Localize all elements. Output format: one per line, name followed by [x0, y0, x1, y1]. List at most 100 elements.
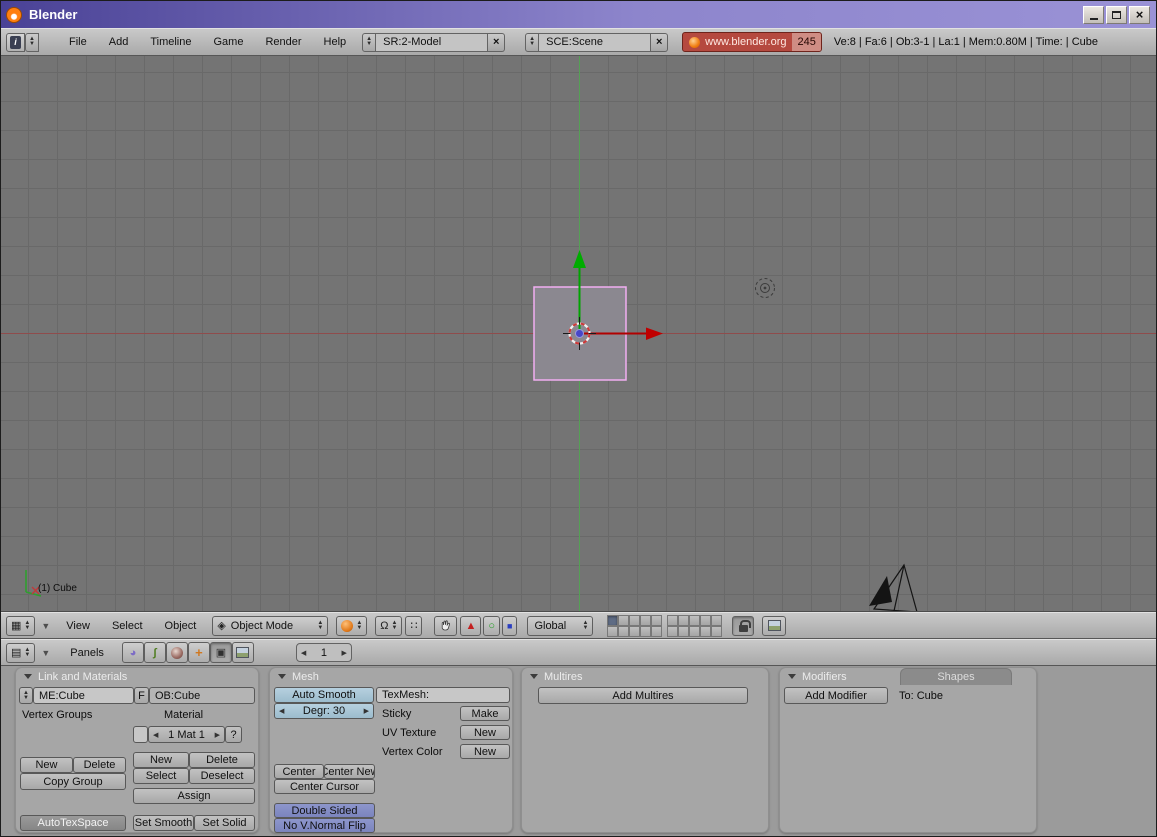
menu-help[interactable]: Help	[324, 36, 347, 48]
editing-context-button[interactable]: ▣	[210, 642, 232, 663]
draw-mode-selector[interactable]: ▲▼	[336, 616, 367, 636]
frame-increment-icon[interactable]: ▶	[342, 649, 347, 657]
vertex-group-delete-button[interactable]: Delete	[73, 757, 126, 773]
layer-toggle[interactable]	[618, 626, 629, 637]
mesh-browse-button[interactable]: ▲▼	[19, 687, 33, 704]
spinner-arrows-icon[interactable]: ▲▼	[362, 33, 376, 52]
editor-type-selector[interactable]: ▦ ▲▼	[6, 616, 35, 636]
minimize-button[interactable]	[1083, 6, 1104, 24]
lock-layers-button[interactable]	[732, 616, 754, 636]
layer-toggle[interactable]	[700, 615, 711, 626]
object-name-field[interactable]: OB:Cube	[149, 687, 255, 704]
editor-type-selector[interactable]: ▤ ▲▼	[6, 643, 35, 663]
menu-game[interactable]: Game	[213, 36, 243, 48]
frame-number-stepper[interactable]: ◀ 1 ▶	[296, 643, 352, 662]
tab-shapes[interactable]: Shapes	[900, 668, 1012, 685]
add-multires-button[interactable]: Add Multires	[538, 687, 748, 704]
layer-toggle[interactable]	[689, 615, 700, 626]
menu-file[interactable]: File	[69, 36, 87, 48]
screen-selector-value[interactable]: SR:2-Model	[376, 33, 488, 52]
layer-toggle[interactable]	[607, 615, 618, 626]
sticky-make-button[interactable]: Make	[460, 706, 510, 721]
layer-toggle[interactable]	[689, 626, 700, 637]
no-vnormal-flip-toggle[interactable]: No V.Normal Flip	[274, 818, 375, 833]
layer-toggle[interactable]	[618, 615, 629, 626]
header-menu-collapse-icon[interactable]: ▼	[41, 648, 50, 658]
mode-selector[interactable]: ◈ Object Mode ▲▼	[212, 616, 328, 636]
unlink-screen-button[interactable]: ×	[488, 33, 505, 52]
spinner-arrows-icon[interactable]: ▲▼	[525, 33, 539, 52]
assign-button[interactable]: Assign	[133, 788, 255, 804]
vertex-group-new-button[interactable]: New	[20, 757, 73, 773]
material-next-icon[interactable]: ▶	[215, 731, 220, 739]
degr-increment-icon[interactable]: ▶	[364, 707, 369, 715]
logic-context-button[interactable]: ◕	[122, 642, 144, 663]
layer-toggle[interactable]	[640, 615, 651, 626]
select-button[interactable]: Select	[133, 768, 189, 784]
translate-manipulator-button[interactable]: ▲	[460, 616, 481, 636]
layer-toggle[interactable]	[711, 615, 722, 626]
set-smooth-button[interactable]: Set Smooth	[133, 815, 194, 831]
texmesh-field[interactable]: TexMesh:	[376, 687, 510, 703]
set-solid-button[interactable]: Set Solid	[194, 815, 255, 831]
menu-view[interactable]: View	[66, 620, 90, 632]
scene-selector[interactable]: ▲▼ SCE:Scene ×	[525, 33, 668, 52]
object-origin[interactable]	[576, 330, 584, 338]
deselect-button[interactable]: Deselect	[189, 768, 255, 784]
mesh-name-field[interactable]: ME:Cube	[33, 687, 134, 704]
scene-selector-value[interactable]: SCE:Scene	[539, 33, 651, 52]
double-sided-toggle[interactable]: Double Sided	[274, 803, 375, 818]
layer-toggle[interactable]	[711, 626, 722, 637]
layer-toggle[interactable]	[678, 615, 689, 626]
manipulator-z-arrowhead-icon[interactable]	[573, 250, 586, 268]
script-context-button[interactable]: ∫	[144, 642, 166, 663]
center-button[interactable]: Center	[274, 764, 324, 779]
menu-add[interactable]: Add	[109, 36, 129, 48]
pivot-selector[interactable]: Ω ▲▼	[375, 616, 402, 636]
viewport-3d[interactable]: (1) Cube	[1, 56, 1157, 612]
material-new-button[interactable]: New	[133, 752, 189, 768]
editor-type-selector[interactable]: i ▲▼	[6, 33, 39, 52]
layer-toggle[interactable]	[667, 615, 678, 626]
manipulator-x-arrowhead-icon[interactable]	[646, 328, 663, 341]
center-cursor-button[interactable]: Center Cursor	[274, 779, 375, 794]
render-preview-button[interactable]	[762, 616, 786, 636]
material-prev-icon[interactable]: ◀	[153, 731, 158, 739]
close-button[interactable]: ×	[1129, 6, 1150, 24]
rotate-manipulator-button[interactable]: ○	[483, 616, 500, 636]
frame-decrement-icon[interactable]: ◀	[301, 649, 306, 657]
unlink-scene-button[interactable]: ×	[651, 33, 668, 52]
material-delete-button[interactable]: Delete	[189, 752, 255, 768]
lamp-object[interactable]	[756, 279, 775, 298]
panel-header[interactable]: Mesh	[270, 668, 512, 685]
orientation-selector[interactable]: Global ▲▼	[527, 616, 593, 636]
layer-toggle[interactable]	[651, 626, 662, 637]
header-menu-collapse-icon[interactable]: ▼	[41, 621, 50, 631]
camera-object[interactable]	[869, 565, 917, 612]
title-bar[interactable]: Blender ×	[1, 1, 1156, 28]
layer-toggle[interactable]	[667, 626, 678, 637]
manipulator-toggle-button[interactable]	[434, 616, 457, 636]
layer-toggle[interactable]	[700, 626, 711, 637]
blender-org-version-badge[interactable]: www.blender.org 245	[682, 32, 822, 52]
vertex-color-new-button[interactable]: New	[460, 744, 510, 759]
fake-user-button[interactable]: F	[134, 687, 149, 704]
degr-slider[interactable]: ◀ Degr: 30 ▶	[274, 703, 374, 719]
layer-toggle[interactable]	[640, 626, 651, 637]
panel-header[interactable]: Link and Materials	[16, 668, 258, 685]
material-question-button[interactable]: ?	[225, 726, 242, 743]
layer-toggle[interactable]	[607, 626, 618, 637]
center-new-button[interactable]: Center New	[324, 764, 375, 779]
spinner-arrows-icon[interactable]: ▲▼	[25, 33, 39, 52]
material-index-selector[interactable]: ◀ 1 Mat 1 ▶	[148, 726, 225, 743]
layer-toggle[interactable]	[651, 615, 662, 626]
screen-selector[interactable]: ▲▼ SR:2-Model ×	[362, 33, 505, 52]
layer-toggle[interactable]	[629, 615, 640, 626]
layer-toggle[interactable]	[678, 626, 689, 637]
copy-group-button[interactable]: Copy Group	[20, 773, 126, 790]
move-object-centers-button[interactable]: ∷	[405, 616, 422, 636]
menu-timeline[interactable]: Timeline	[150, 36, 191, 48]
menu-object[interactable]: Object	[165, 620, 197, 632]
menu-render[interactable]: Render	[265, 36, 301, 48]
scale-manipulator-button[interactable]: ■	[502, 616, 517, 636]
